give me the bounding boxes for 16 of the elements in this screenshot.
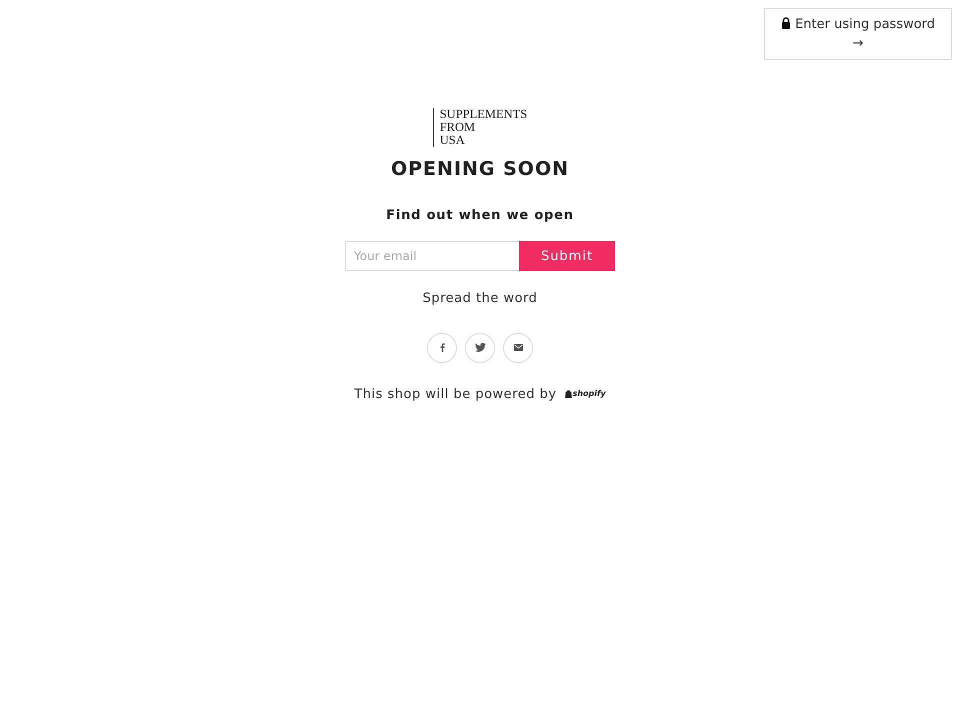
email-field[interactable]: Your email — [345, 241, 519, 271]
heading: OPENING SOON — [390, 157, 570, 182]
facebook-icon — [440, 343, 444, 352]
brand-link[interactable]: shopify — [572, 388, 606, 400]
powered-by-text: This shop will be powered by — [354, 386, 557, 404]
password-link[interactable]: Enter using password → — [764, 8, 952, 60]
submit-button[interactable]: Submit — [519, 241, 615, 271]
shopping-bag-icon — [564, 390, 572, 398]
envelope-icon — [514, 344, 522, 351]
bird-icon — [474, 343, 486, 352]
share-title: Spread the word — [422, 290, 538, 308]
logo: SUPPLEMENTS FROM USA — [432, 108, 528, 147]
share-button[interactable] — [465, 332, 495, 362]
signup-title: Find out when we open — [386, 206, 574, 224]
share-button[interactable] — [503, 332, 533, 362]
lock-icon — [780, 17, 791, 29]
